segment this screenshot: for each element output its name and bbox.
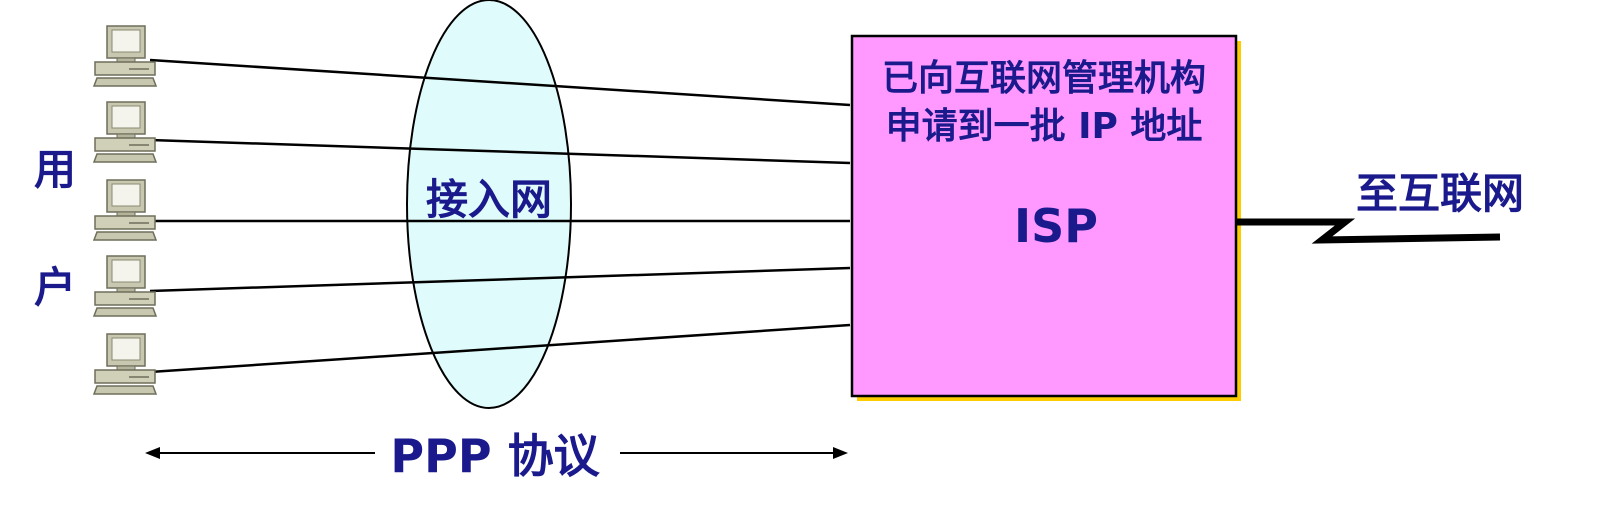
- arrowhead-right-icon: [833, 447, 848, 459]
- computer-icon: [93, 25, 157, 87]
- computer-icon: [93, 179, 157, 241]
- computer-icon: [93, 333, 157, 395]
- protocol-label: PPP 协议: [390, 429, 600, 483]
- internet-link: [1237, 218, 1501, 244]
- access-network-label: 接入网: [426, 175, 552, 224]
- internet-label: 至互联网: [1356, 169, 1524, 218]
- computer-icon: [93, 101, 157, 163]
- isp-name: ISP: [1014, 199, 1098, 253]
- users-label-2: 户: [34, 263, 76, 312]
- users-label-1: 用: [34, 145, 76, 194]
- computer-icon: [93, 255, 157, 317]
- isp-note-line2: 申请到一批 IP 地址: [886, 106, 1203, 147]
- arrowhead-left-icon: [145, 447, 160, 459]
- isp-access-diagram: 接入网 用 户 已向互联网管理机构 申请到一批 IP 地址 ISP 至互联网 P…: [34, 0, 1524, 483]
- isp-note-line1: 已向互联网管理机构: [882, 58, 1206, 99]
